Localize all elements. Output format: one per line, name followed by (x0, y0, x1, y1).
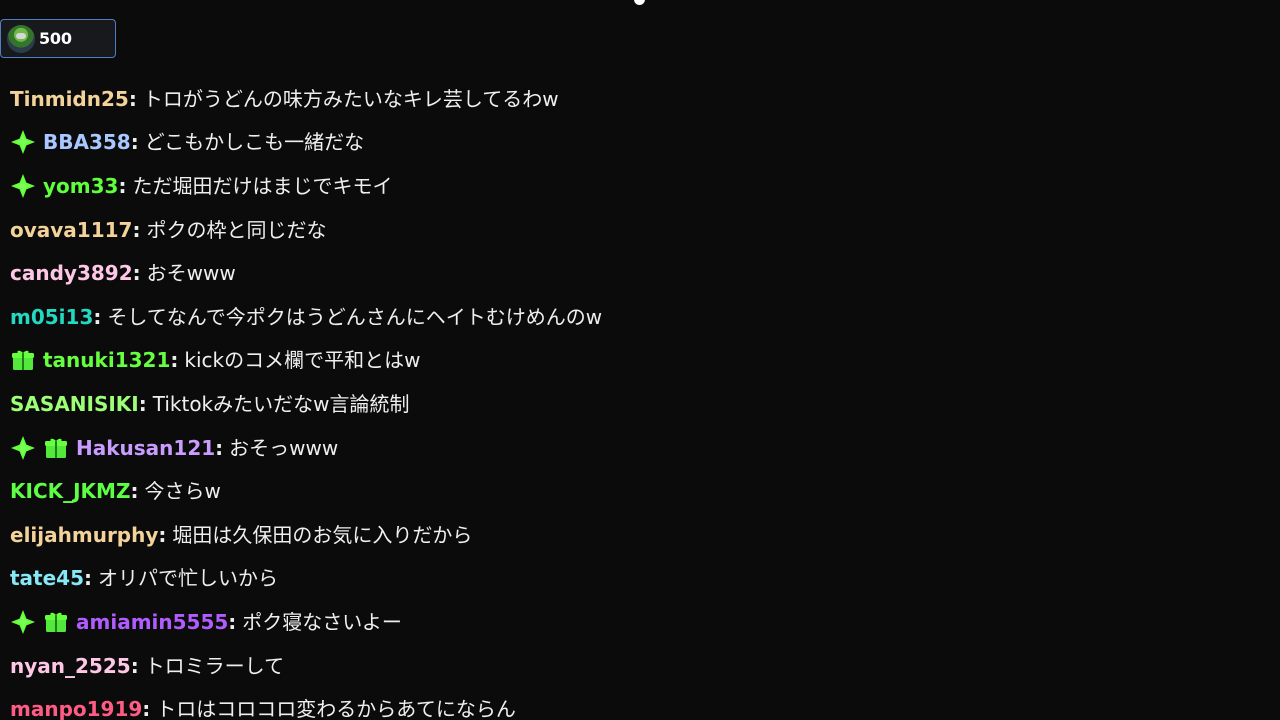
channel-points-value: 500 (39, 29, 72, 48)
username-separator: : (128, 86, 137, 111)
chat-message: yom33: ただ堀田だけはまじでキモイ (10, 164, 1270, 208)
chat-message: Hakusan121: おそっwww (10, 426, 1270, 470)
chat-message: candy3892: おそwww (10, 251, 1270, 295)
username-separator: : (158, 522, 167, 547)
chat-message: amiamin5555: ポク寝なさいよー (10, 600, 1270, 644)
chat-message: tate45: オリパで忙しいから (10, 557, 1270, 601)
chat-message-text: ポク寝なさいよー (242, 609, 402, 634)
chat-username[interactable]: Tinmidn25 (10, 86, 129, 112)
gift-badge-icon (43, 435, 69, 461)
chat-message-text: オリパで忙しいから (98, 566, 279, 591)
chat-message-text: おそっwww (229, 435, 339, 460)
chat-message: KICK_JKMZ: 今さらw (10, 469, 1270, 513)
chat-message-text: おそwww (146, 261, 236, 286)
chat-message-list: Tinmidn25: トロがうどんの味方みたいなキレ芸してるわw BBA358: どこ… (10, 77, 1270, 720)
chat-message: tanuki1321: kickのコメ欄で平和とはw (10, 339, 1270, 383)
username-separator: : (228, 609, 237, 634)
gift-badge-icon (43, 609, 69, 635)
chat-message-text: Tiktokみたいだなw言論統制 (152, 391, 410, 416)
chat-message-text: トロミラーして (144, 653, 285, 678)
username-separator: : (170, 348, 179, 373)
chat-username[interactable]: BBA358 (43, 129, 131, 155)
chat-message-text: トロがうどんの味方みたいなキレ芸してるわw (142, 86, 559, 111)
chat-username[interactable]: tanuki1321 (43, 347, 170, 373)
chat-username[interactable]: SASANISIKI (10, 391, 139, 417)
chat-username[interactable]: manpo1919 (10, 696, 142, 720)
green-avatar-icon (7, 24, 35, 53)
chat-message: SASANISIKI: Tiktokみたいだなw言論統制 (10, 382, 1270, 426)
chat-message: nyan_2525: トロミラーして (10, 644, 1270, 688)
chat-message: elijahmurphy: 堀田は久保田のお気に入りだから (10, 513, 1270, 557)
username-separator: : (130, 653, 139, 678)
channel-points-button[interactable]: 500 (0, 19, 116, 58)
username-separator: : (130, 479, 139, 504)
sparkle-badge-icon (10, 129, 36, 155)
chat-username[interactable]: amiamin5555 (76, 609, 228, 635)
sparkle-badge-icon (10, 173, 36, 199)
chat-message: BBA358: どこもかしこも一緒だな (10, 121, 1270, 165)
sparkle-badge-icon (10, 609, 36, 635)
username-separator: : (138, 391, 147, 416)
chat-message-text: ただ堀田だけはまじでキモイ (132, 173, 393, 198)
chat-username[interactable]: yom33 (43, 173, 118, 199)
chat-message-text: トロはコロコロ変わるからあてにならん (156, 697, 516, 720)
chat-message: m05i13: そしてなんで今ポクはうどんさんにヘイトむけめんのw (10, 295, 1270, 339)
chat-message-text: ポクの枠と同じだな (146, 217, 327, 242)
top-marker-icon (631, 0, 648, 8)
sparkle-badge-icon (10, 435, 36, 461)
chat-message: manpo1919: トロはコロコロ変わるからあてにならん (10, 687, 1270, 720)
username-separator: : (84, 566, 93, 591)
chat-username[interactable]: tate45 (10, 565, 84, 591)
username-separator: : (142, 697, 151, 720)
chat-overlay: 500 Tinmidn25: トロがうどんの味方みたいなキレ芸してるわw BBA35… (0, 0, 1280, 720)
chat-username[interactable]: candy3892 (10, 260, 133, 286)
chat-message: Tinmidn25: トロがうどんの味方みたいなキレ芸してるわw (10, 77, 1270, 121)
chat-username[interactable]: elijahmurphy (10, 522, 158, 548)
chat-message-text: kickのコメ欄で平和とはw (184, 348, 421, 373)
username-separator: : (215, 435, 224, 460)
username-separator: : (93, 304, 102, 329)
username-separator: : (118, 173, 127, 198)
chat-message-text: 今さらw (144, 479, 221, 504)
gift-badge-icon (10, 347, 36, 373)
chat-message-text: 堀田は久保田のお気に入りだから (172, 522, 473, 547)
chat-username[interactable]: ovava1117 (10, 217, 132, 243)
chat-message-text: そしてなんで今ポクはうどんさんにヘイトむけめんのw (107, 304, 603, 329)
chat-username[interactable]: nyan_2525 (10, 653, 131, 679)
chat-message-text: どこもかしこも一緒だな (144, 130, 365, 155)
chat-username[interactable]: m05i13 (10, 304, 93, 330)
chat-username[interactable]: Hakusan121 (76, 435, 215, 461)
chat-message: ovava1117: ポクの枠と同じだな (10, 208, 1270, 252)
username-separator: : (132, 217, 141, 242)
chat-username[interactable]: KICK_JKMZ (10, 478, 130, 504)
username-separator: : (132, 261, 141, 286)
username-separator: : (130, 130, 139, 155)
